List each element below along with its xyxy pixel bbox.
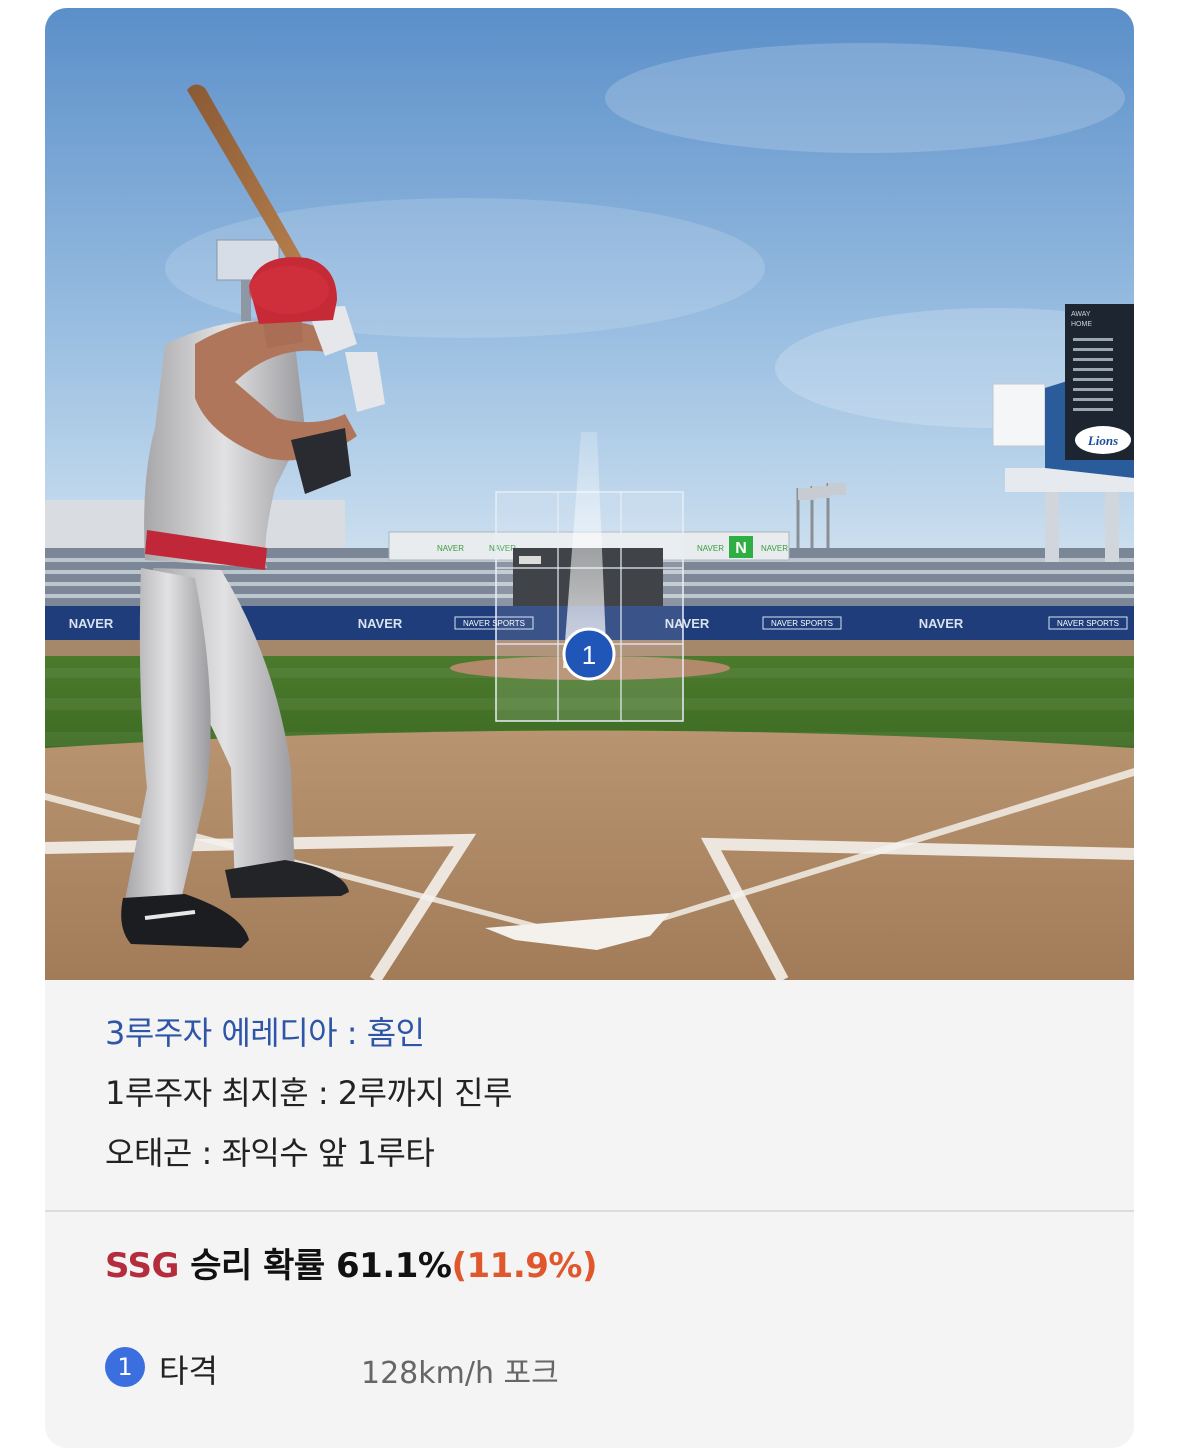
win-probability-value: 61.1% bbox=[336, 1246, 452, 1286]
win-probability-delta: (11.9%) bbox=[451, 1246, 598, 1286]
play-line-batter-result: 오태곤 : 좌익수 앞 1루타 bbox=[105, 1134, 435, 1172]
pitch-location-marker: 1 bbox=[562, 627, 616, 681]
play-line-runner-advance: 1루주자 최지훈 : 2루까지 진루 bbox=[105, 1074, 513, 1112]
pitch-number-badge: 1 bbox=[105, 1347, 145, 1387]
pitch-result: 타격 bbox=[159, 1352, 218, 1390]
win-probability-team: SSG bbox=[105, 1246, 179, 1286]
pitch-log-row: 1 타격 128km/h 포크 bbox=[105, 1344, 1005, 1391]
pitch-card: NAVER NAVER NAVER NAVER N AWAY HOME Lion… bbox=[45, 8, 1134, 1448]
win-probability: SSG 승리 확률 61.1%(11.9%) bbox=[105, 1238, 598, 1287]
pitch-speed-type: 128km/h 포크 bbox=[361, 1356, 559, 1391]
section-divider bbox=[45, 1210, 1134, 1212]
sports-board-label: NAVER SPORTS bbox=[771, 619, 833, 628]
wall-ad-naver: NAVER bbox=[69, 616, 114, 631]
pitch-marker-number: 1 bbox=[582, 640, 596, 670]
top-board-label: NAVER bbox=[437, 544, 464, 553]
scoreboard-row: AWAY bbox=[1071, 311, 1091, 318]
sports-board-label: NAVER SPORTS bbox=[1057, 619, 1119, 628]
scoreboard-row: HOME bbox=[1071, 321, 1092, 328]
lions-logo: Lions bbox=[1087, 433, 1118, 448]
pitch-scene: NAVER NAVER NAVER NAVER N AWAY HOME Lion… bbox=[45, 8, 1134, 980]
play-description: 3루주자 에레디아 : 홈인 1루주자 최지훈 : 2루까지 진루 오태곤 : … bbox=[45, 980, 1134, 1220]
play-line-runner-home: 3루주자 에레디아 : 홈인 bbox=[105, 1014, 425, 1052]
win-probability-label: 승리 확률 bbox=[190, 1246, 325, 1286]
top-board-label: NAVER bbox=[697, 544, 724, 553]
wall-ad-naver: NAVER bbox=[358, 616, 403, 631]
naver-n-letter: N bbox=[735, 540, 747, 557]
wall-ad-naver: NAVER bbox=[919, 616, 964, 631]
top-board-label: NAVER bbox=[761, 544, 788, 553]
